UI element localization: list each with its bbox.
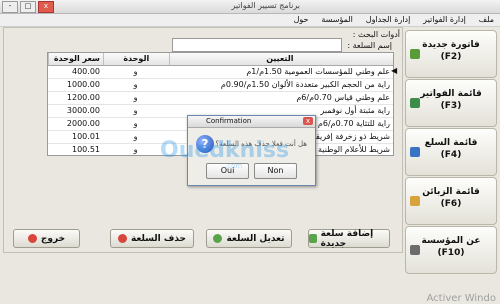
about-company-button[interactable]: عن المؤسسة (F10) (405, 226, 497, 274)
exit-button[interactable]: خروج (13, 229, 80, 248)
menu-invoices[interactable]: إدارة الفواتير (423, 14, 466, 26)
edit-icon (213, 234, 223, 243)
close-button[interactable]: x (38, 1, 54, 13)
header-designation[interactable]: التعيين (168, 53, 393, 65)
row-unit: و (133, 132, 138, 141)
customer-list-label: قائمة الزبائن (422, 187, 480, 197)
menu-company[interactable]: المؤسسة (321, 14, 353, 26)
dialog-close-icon[interactable]: x (303, 117, 313, 125)
row-price: 400.00 (72, 67, 100, 76)
about-company-label: عن المؤسسة (421, 236, 481, 246)
dialog-no-button[interactable]: Non (254, 163, 297, 179)
minimize-button[interactable]: - (2, 1, 18, 13)
dialog-title-bar: Confirmation x (188, 116, 315, 128)
table-row[interactable]: 1000.00 و راية من الحجم الكبير متعددة ال… (48, 79, 393, 92)
delete-label: حذف السلعة (130, 233, 187, 244)
table-row[interactable]: 1200.00 و علم وطني قياس 0.70م/6م (48, 92, 393, 105)
row-desc: علم وطني للمؤسسات العمومية 1.50م/1م (246, 67, 390, 76)
product-name-label: إسم السلعة : (347, 41, 392, 50)
new-invoice-icon (410, 49, 420, 59)
row-unit: و (133, 106, 138, 115)
product-list-icon (410, 147, 420, 157)
customer-list-icon (410, 196, 420, 206)
row-price: 1200.00 (66, 93, 100, 102)
window-title: برنامج تسيير الفواتير (231, 1, 300, 10)
new-invoice-label: فاتورة جديدة (422, 40, 480, 50)
product-search-input[interactable] (172, 38, 342, 52)
table-header: سعر الوحدة الوحدة التعيين (48, 53, 393, 66)
header-unit-price[interactable]: سعر الوحدة (48, 53, 103, 65)
exit-label: خروج (40, 233, 66, 244)
add-icon (309, 234, 317, 243)
invoice-list-label: قائمة الفواتير (420, 89, 482, 99)
title-bar: - □ x برنامج تسيير الفواتير (0, 0, 500, 14)
row-desc: راية من الحجم الكبير متعددة الألوان 1.50… (220, 80, 390, 89)
row-unit: و (133, 80, 138, 89)
row-price: 2000.00 (66, 119, 100, 128)
exit-icon (27, 234, 37, 243)
row-desc: علم وطني قياس 0.70م/6م (296, 93, 390, 102)
header-unit[interactable]: الوحدة (102, 53, 169, 65)
row-price: 1000.00 (66, 80, 100, 89)
row-unit: و (133, 145, 138, 154)
delete-icon (117, 234, 127, 243)
menu-about[interactable]: حول (294, 14, 309, 26)
edit-product-button[interactable]: تعديل السلعة (206, 229, 292, 248)
about-company-icon (410, 245, 420, 255)
invoice-list-icon (410, 98, 420, 108)
row-unit: و (133, 119, 138, 128)
delete-product-button[interactable]: حذف السلعة (110, 229, 194, 248)
dialog-title: Confirmation (206, 117, 252, 125)
menu-bar: ملف إدارة الفواتير إدارة الجداول المؤسسة… (0, 14, 500, 27)
edit-label: تعديل السلعة (226, 233, 285, 244)
add-label: إضافة سلعة جديدة (320, 228, 374, 249)
row-pointer-icon: ◀ (391, 66, 398, 75)
product-list-button[interactable]: قائمة السلع (F4) (405, 128, 497, 176)
customer-list-button[interactable]: قائمة الزبائن (F6) (405, 177, 497, 225)
watermark-domain: .com (225, 162, 243, 170)
row-price: 3000.00 (66, 106, 100, 115)
watermark-brand: Ouedkniss (160, 138, 290, 163)
windows-activation-notice: Activer Windo (426, 293, 496, 304)
table-row[interactable]: 400.00 و علم وطني للمؤسسات العمومية 1.50… (48, 66, 393, 79)
invoice-list-button[interactable]: قائمة الفواتير (F3) (405, 79, 497, 127)
add-product-button[interactable]: إضافة سلعة جديدة (308, 228, 390, 249)
maximize-button[interactable]: □ (20, 1, 36, 13)
menu-file[interactable]: ملف (479, 14, 494, 26)
new-invoice-button[interactable]: فاتورة جديدة (F2) (405, 30, 497, 78)
search-tools-label: أدوات البحث : (352, 30, 400, 39)
row-unit: و (133, 67, 138, 76)
menu-tables[interactable]: إدارة الجداول (366, 14, 411, 26)
row-price: 100.01 (72, 132, 100, 141)
row-unit: و (133, 93, 138, 102)
product-list-label: قائمة السلع (424, 138, 478, 148)
row-price: 100.51 (72, 145, 100, 154)
